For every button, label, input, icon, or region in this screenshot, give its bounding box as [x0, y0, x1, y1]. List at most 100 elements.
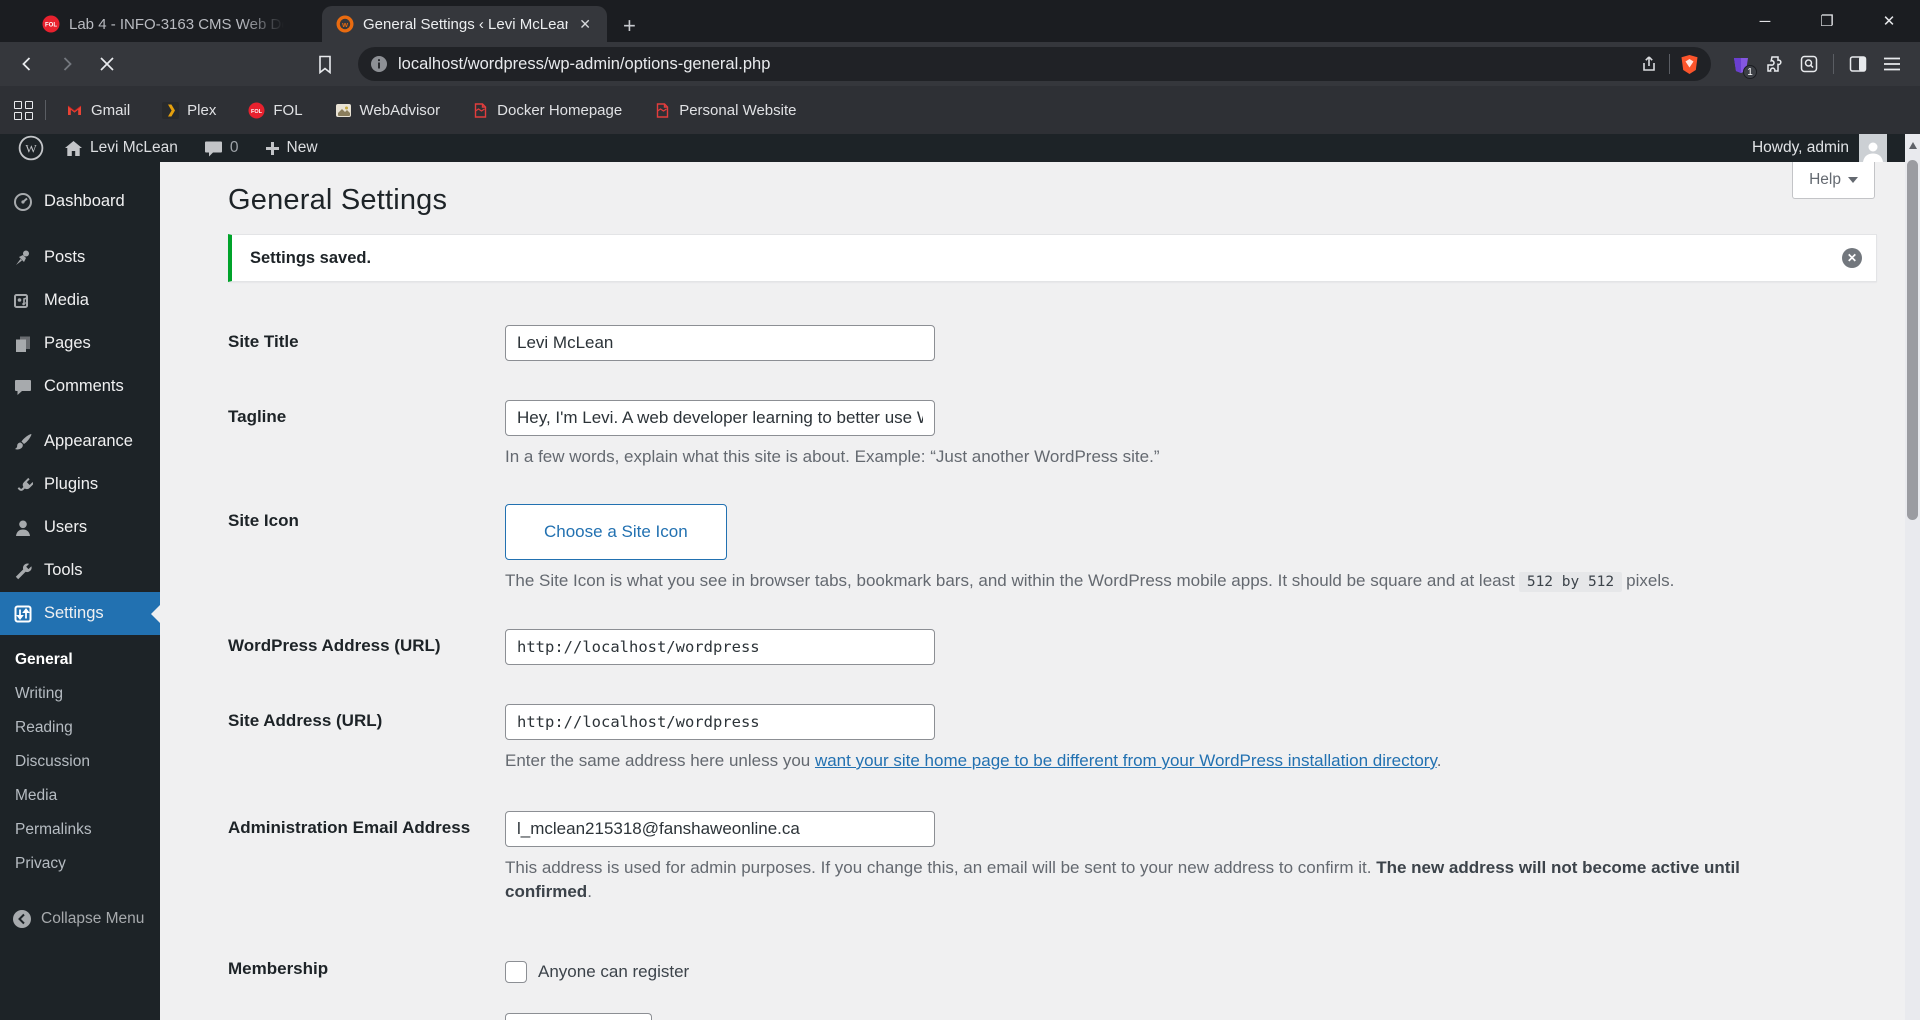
submenu-label: Discussion — [15, 753, 90, 770]
new-tab-button[interactable]: + — [623, 15, 636, 37]
bookmark-fol[interactable]: FOL FOL — [236, 102, 314, 119]
submenu-item-media[interactable]: Media — [0, 779, 160, 813]
site-title-input[interactable] — [505, 325, 935, 361]
admin-email-row: Administration Email Address This addres… — [228, 811, 1877, 904]
scroll-up-arrow[interactable] — [1908, 142, 1917, 149]
svg-text:FOL: FOL — [45, 23, 57, 29]
tab-close-icon[interactable]: ✕ — [577, 16, 593, 33]
wp-admin-bar: W Levi McLean 0 New Howdy, admin — [0, 134, 1905, 162]
extensions-icon[interactable] — [1765, 54, 1785, 74]
notice-text: Settings saved. — [250, 248, 372, 267]
submenu-label: Permalinks — [15, 821, 92, 838]
submenu-item-privacy[interactable]: Privacy — [0, 847, 160, 881]
sidebar-item-label: Media — [44, 291, 89, 309]
share-icon[interactable] — [1639, 54, 1659, 74]
submenu-item-general[interactable]: General — [0, 643, 160, 677]
broken-favicon — [474, 102, 487, 118]
submenu-item-reading[interactable]: Reading — [0, 711, 160, 745]
tab-title: Lab 4 - INFO-3163 CMS Web Develop — [69, 15, 284, 33]
url-bar[interactable]: localhost/wordpress/wp-admin/options-gen… — [358, 47, 1711, 81]
wordpress-logo-icon: W — [18, 135, 44, 161]
bookmark-gmail[interactable]: Gmail — [54, 102, 142, 119]
comment-bubble-icon — [204, 141, 222, 156]
size-badge: 512 by 512 — [1518, 572, 1623, 592]
menu-icon[interactable] — [1882, 55, 1902, 73]
scrollbar-thumb[interactable] — [1907, 160, 1918, 520]
helper-text: The Site Icon is what you see in browser… — [505, 571, 1515, 590]
site-address-input[interactable] — [505, 704, 935, 740]
sidebar-item-settings[interactable]: Settings — [0, 592, 160, 635]
sidebar-item-dashboard[interactable]: Dashboard — [0, 180, 160, 223]
bookmark-label: FOL — [273, 101, 303, 119]
collapse-menu-button[interactable]: Collapse Menu — [0, 901, 160, 937]
bookmarks-bar: Gmail Plex FOL FOL WebAdvisor Docker Hom… — [0, 86, 1920, 134]
apps-grid-icon[interactable] — [14, 100, 33, 120]
howdy-admin[interactable]: Howdy, admin — [1752, 139, 1849, 157]
site-info-icon[interactable] — [370, 55, 388, 73]
side-panel-icon[interactable] — [1848, 54, 1868, 74]
avatar[interactable] — [1859, 134, 1887, 162]
back-icon[interactable] — [10, 47, 44, 81]
wp-logo-menu[interactable]: W — [18, 135, 44, 161]
dismiss-notice-icon[interactable]: ✕ — [1842, 248, 1862, 268]
sidebar-item-media[interactable]: Media — [0, 279, 160, 322]
plex-icon — [162, 101, 180, 119]
admin-email-input[interactable] — [505, 811, 935, 847]
sidebar-item-pages[interactable]: Pages — [0, 322, 160, 365]
sidebar-item-tools[interactable]: Tools — [0, 549, 160, 592]
page-scrollbar[interactable] — [1905, 134, 1920, 1020]
bookmark-icon[interactable] — [308, 47, 342, 81]
choose-site-icon-button[interactable]: Choose a Site Icon — [505, 504, 727, 560]
brave-wallet-icon[interactable]: 1 — [1731, 54, 1757, 79]
submenu-label: General — [15, 651, 73, 668]
brave-shield-icon[interactable] — [1680, 54, 1699, 75]
sidebar-item-comments[interactable]: Comments — [0, 365, 160, 408]
chevron-down-icon — [1848, 177, 1858, 183]
browser-tab-active[interactable]: w General Settings ‹ Levi McLean — ✕ — [322, 6, 607, 42]
browser-tab-inactive[interactable]: FOL Lab 4 - INFO-3163 CMS Web Develop — [28, 6, 298, 42]
anyone-can-register-checkbox[interactable] — [505, 961, 527, 983]
pushpin-icon — [12, 247, 34, 269]
sidebar-item-users[interactable]: Users — [0, 506, 160, 549]
site-icon-label: Site Icon — [228, 511, 299, 530]
sidebar-item-appearance[interactable]: Appearance — [0, 420, 160, 463]
sidebar-search-icon[interactable] — [1799, 54, 1819, 74]
bookmark-personal-website[interactable]: Personal Website — [642, 102, 808, 119]
site-name-menu[interactable]: Levi McLean — [64, 139, 178, 157]
submenu-item-writing[interactable]: Writing — [0, 677, 160, 711]
new-user-role-select[interactable] — [505, 1013, 652, 1020]
forward-icon[interactable] — [50, 47, 84, 81]
submenu-item-permalinks[interactable]: Permalinks — [0, 813, 160, 847]
stop-reload-icon[interactable] — [90, 47, 124, 81]
bookmark-plex[interactable]: Plex — [150, 101, 228, 119]
settings-submenu: General Writing Reading Discussion Media… — [0, 635, 160, 895]
bookmark-docker-homepage[interactable]: Docker Homepage — [460, 102, 634, 119]
sidebar-item-posts[interactable]: Posts — [0, 236, 160, 279]
site-address-helper: Enter the same address here unless you w… — [505, 749, 1441, 773]
sidebar-item-label: Pages — [44, 334, 91, 352]
site-address-label: Site Address (URL) — [228, 711, 383, 730]
fol-favicon: FOL — [42, 15, 60, 33]
svg-text:w: w — [341, 20, 348, 29]
sidebar-item-label: Appearance — [44, 432, 133, 450]
comments-menu[interactable]: 0 — [204, 139, 239, 157]
helper-text: . — [587, 882, 592, 901]
wordpress-address-input[interactable] — [505, 629, 935, 665]
submenu-item-discussion[interactable]: Discussion — [0, 745, 160, 779]
tagline-input[interactable] — [505, 400, 935, 436]
helper-text: This address is used for admin purposes.… — [505, 858, 1377, 877]
window-close-button[interactable]: ✕ — [1858, 12, 1920, 30]
settings-icon — [12, 603, 34, 625]
url-text: localhost/wordpress/wp-admin/options-gen… — [398, 54, 771, 73]
bookmark-webadvisor[interactable]: WebAdvisor — [323, 102, 453, 119]
window-restore-button[interactable]: ❐ — [1796, 12, 1858, 30]
settings-saved-notice: Settings saved. ✕ — [228, 234, 1877, 282]
sidebar-item-plugins[interactable]: Plugins — [0, 463, 160, 506]
bookmark-label: Docker Homepage — [497, 101, 623, 119]
window-minimize-button[interactable]: ─ — [1734, 13, 1796, 30]
help-button[interactable]: Help — [1792, 162, 1875, 199]
tab-title: General Settings ‹ Levi McLean — — [363, 15, 569, 33]
site-home-page-link[interactable]: want your site home page to be different… — [815, 751, 1437, 770]
new-content-menu[interactable]: New — [265, 139, 318, 157]
admin-email-helper: This address is used for admin purposes.… — [505, 856, 1805, 904]
